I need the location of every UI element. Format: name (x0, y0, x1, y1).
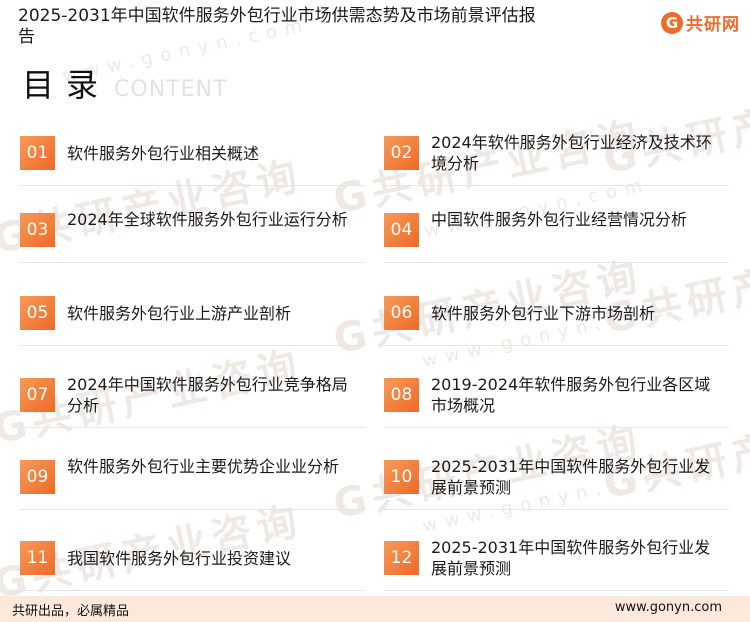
toc-item-number: 07 (20, 378, 55, 412)
logo-text: 共研网 (686, 15, 740, 35)
report-title: 2025-2031年中国软件服务外包行业市场供需态势及市场前景评估报告 (18, 6, 536, 47)
toc-item-12[interactable]: 12 2025-2031年中国软件服务外包行业发展前景预测 (384, 533, 729, 591)
toc-item-number: 12 (384, 541, 419, 575)
toc-item-label: 2024年软件服务外包行业经济及技术环境分析 (431, 133, 712, 173)
toc-item-label: 中国软件服务外包行业经营情况分析 (431, 210, 688, 229)
footer-url[interactable]: www.gonyn.com (615, 600, 722, 615)
toc-item-number: 08 (384, 378, 419, 412)
toc-item-label: 我国软件服务外包行业投资建议 (67, 549, 292, 568)
toc-item-label: 软件服务外包行业主要优势企业业分析 (67, 457, 340, 476)
toc-item-number: 01 (20, 136, 55, 170)
toc-item-label: 软件服务外包行业上游产业剖析 (67, 304, 292, 323)
toc-item-number: 04 (384, 213, 419, 247)
footer-slogan: 共研出品，必属精品 (12, 604, 130, 619)
toc-item-11[interactable]: 11 我国软件服务外包行业投资建议 (20, 533, 365, 591)
toc-item-number: 10 (384, 460, 419, 494)
toc-item-number: 06 (384, 296, 419, 330)
toc-item-label: 软件服务外包行业相关概述 (67, 144, 260, 163)
brand-logo: G 共研网 (661, 10, 740, 35)
toc-item-07[interactable]: 07 2024年中国软件服务外包行业竞争格局分析 (20, 370, 365, 428)
toc-subtitle: CONTENT (114, 77, 228, 102)
toc-item-number: 02 (384, 136, 419, 170)
toc-item-label: 2025-2031年中国软件服务外包行业发展前景预测 (431, 538, 711, 578)
toc-item-05[interactable]: 05 软件服务外包行业上游产业剖析 (20, 288, 365, 346)
toc-item-label: 2025-2031年中国软件服务外包行业发展前景预测 (431, 457, 711, 497)
logo-icon: G (661, 11, 683, 34)
toc-item-number: 05 (20, 296, 55, 330)
toc-item-label: 2024年全球软件服务外包行业运行分析 (67, 210, 348, 229)
toc-item-09[interactable]: 09 软件服务外包行业主要优势企业业分析 (20, 452, 365, 510)
toc-title: 目录 (22, 66, 111, 104)
toc-item-number: 03 (20, 213, 55, 247)
toc-item-10[interactable]: 10 2025-2031年中国软件服务外包行业发展前景预测 (384, 452, 729, 510)
footer-bar: 共研出品，必属精品 www.gonyn.com (0, 596, 750, 622)
toc-item-03[interactable]: 03 2024年全球软件服务外包行业运行分析 (20, 205, 365, 263)
toc-item-number: 11 (20, 541, 55, 575)
toc-item-08[interactable]: 08 2019-2024年软件服务外包行业各区域市场概况 (384, 370, 729, 428)
toc-item-number: 09 (20, 460, 55, 494)
toc-item-04[interactable]: 04 中国软件服务外包行业经营情况分析 (384, 205, 729, 263)
toc-heading: 目录 CONTENT (22, 60, 227, 106)
toc-item-label: 2024年中国软件服务外包行业竞争格局分析 (67, 375, 348, 415)
toc-item-01[interactable]: 01 软件服务外包行业相关概述 (20, 128, 365, 186)
toc-item-02[interactable]: 02 2024年软件服务外包行业经济及技术环境分析 (384, 128, 729, 186)
toc-item-label: 2019-2024年软件服务外包行业各区域市场概况 (431, 375, 711, 415)
toc-item-label: 软件服务外包行业下游市场剖析 (431, 304, 656, 323)
toc-item-06[interactable]: 06 软件服务外包行业下游市场剖析 (384, 288, 729, 346)
